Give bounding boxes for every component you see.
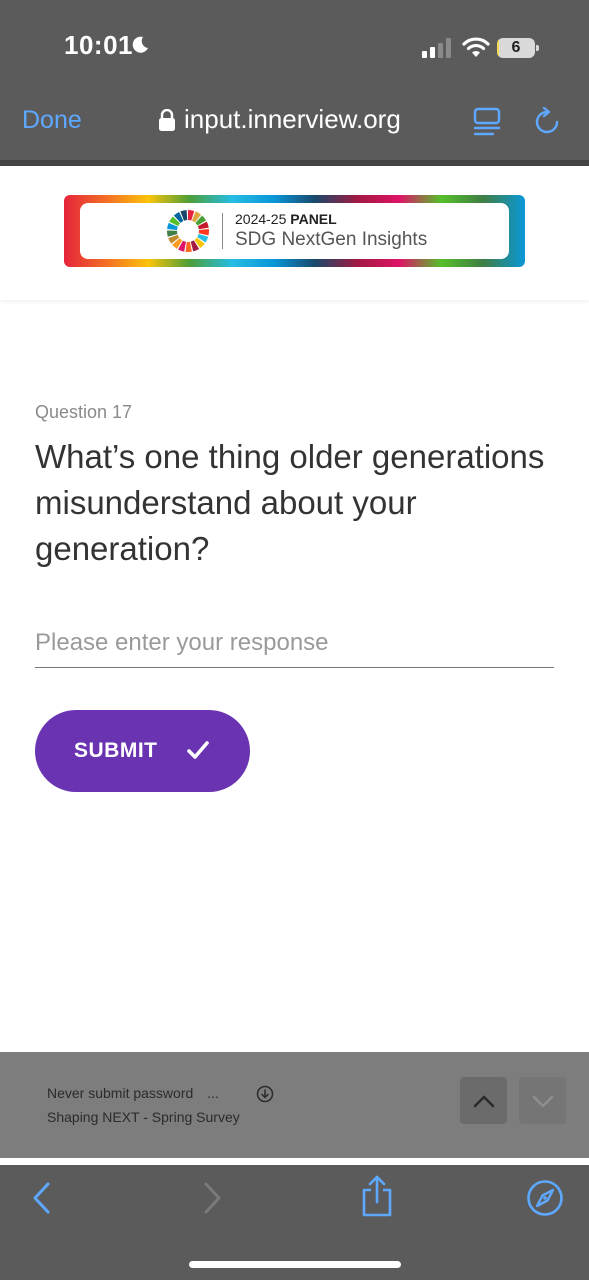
response-input[interactable] [35, 618, 554, 668]
banner-area: 2024-25 PANEL SDG NextGen Insights [0, 166, 589, 300]
banner-year: 2024-25 [235, 211, 287, 227]
phone-screen: 10:01 6 Done input.innerview.org 2024-25… [0, 0, 589, 1280]
battery-icon: 6 [497, 38, 539, 58]
browser-header: Done input.innerview.org [0, 90, 589, 162]
submit-button[interactable]: SUBMIT [35, 710, 250, 792]
lock-icon [159, 109, 175, 131]
battery-shell: 6 [497, 38, 535, 58]
chevron-up-icon [473, 1095, 495, 1108]
compass-icon[interactable] [526, 1179, 564, 1217]
moon-icon [132, 36, 148, 53]
download-circle-icon[interactable] [256, 1085, 274, 1103]
survey-page: 2024-25 PANEL SDG NextGen Insights Quest… [0, 166, 589, 1052]
status-time: 10:01 [64, 30, 133, 60]
banner-panel-title: 2024-25 PANEL [235, 211, 337, 227]
reload-icon[interactable] [533, 107, 561, 137]
previous-field-button[interactable] [460, 1077, 507, 1124]
question-number: Question 17 [35, 402, 133, 422]
signal-icon [422, 38, 451, 58]
toolbar-divider [0, 1158, 589, 1165]
sdg-wheel-segment [198, 229, 209, 236]
sdg-wheel-segment [185, 241, 192, 252]
share-icon[interactable] [360, 1175, 394, 1217]
wifi-icon [462, 37, 490, 57]
checkmark-icon [187, 741, 209, 759]
banner-panel: PANEL [290, 211, 337, 227]
home-indicator [189, 1261, 401, 1268]
back-chevron-icon[interactable] [30, 1181, 54, 1215]
browser-toolbar [0, 1165, 589, 1280]
question-text: What’s one thing older generations misun… [35, 438, 545, 567]
autofill-line1: Never submit password [47, 1085, 194, 1101]
autofill-password-hint[interactable]: Never submit password ... [47, 1085, 219, 1101]
banner-subtitle: SDG NextGen Insights [235, 229, 428, 250]
banner-separator [222, 213, 223, 249]
submit-label: SUBMIT [74, 739, 158, 762]
forward-chevron-icon[interactable] [200, 1181, 224, 1215]
banner-inner: 2024-25 PANEL SDG NextGen Insights [80, 203, 509, 259]
sdg-wheel-logo [167, 210, 209, 252]
chevron-down-icon [532, 1095, 554, 1108]
url-address[interactable]: input.innerview.org [184, 104, 401, 135]
autofill-bar: Never submit password ... Shaping NEXT -… [0, 1052, 589, 1158]
battery-nub [536, 45, 539, 51]
autofill-form-name: Shaping NEXT - Spring Survey [47, 1109, 240, 1125]
panel-banner: 2024-25 PANEL SDG NextGen Insights [64, 195, 525, 267]
next-field-button[interactable] [519, 1077, 566, 1124]
reader-icon[interactable] [473, 107, 501, 137]
status-bar: 10:01 6 [0, 0, 589, 90]
done-button[interactable]: Done [22, 106, 82, 135]
battery-level: 6 [511, 39, 521, 56]
autofill-ellipsis: ... [207, 1085, 219, 1101]
